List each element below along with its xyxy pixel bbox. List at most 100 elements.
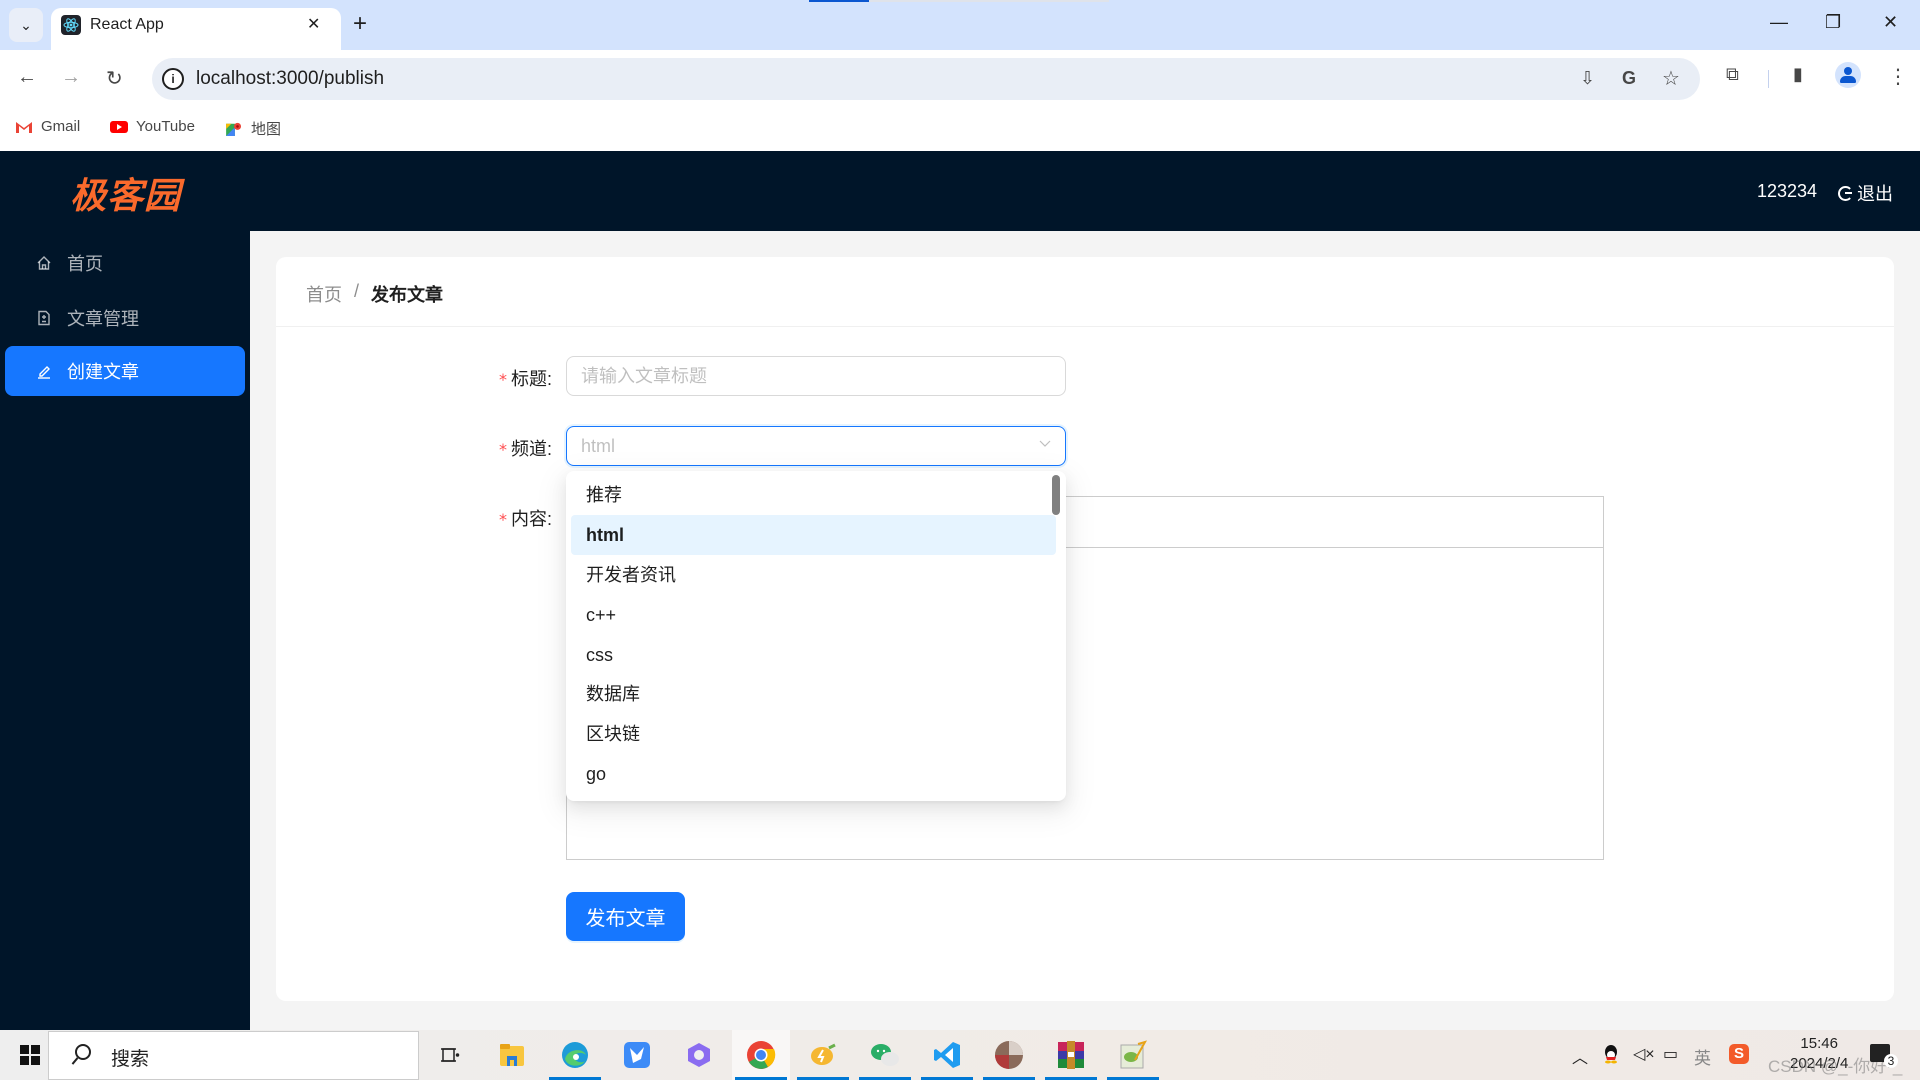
windows-start-icon[interactable] xyxy=(20,1045,40,1065)
tray-overflow-icon[interactable]: ︿ xyxy=(1572,1044,1588,1068)
sidebar-item-label: 文章管理 xyxy=(67,309,139,329)
title-input-wrapper xyxy=(566,356,1066,396)
bookmark-label: YouTube xyxy=(136,118,195,135)
react-favicon-icon xyxy=(61,15,81,35)
title-label: * 标题: xyxy=(499,365,552,391)
logout-button[interactable]: 退出 xyxy=(1838,180,1893,206)
sidebar-item-label: 首页 xyxy=(67,254,103,274)
reload-icon[interactable]: ↻ xyxy=(106,66,123,91)
required-mark: * xyxy=(499,370,507,389)
input-method-indicator[interactable]: 英 xyxy=(1694,1044,1711,1069)
window-close-icon[interactable]: ✕ xyxy=(1883,12,1898,33)
app-header: 极客园 123234 退出 xyxy=(0,151,1920,231)
label-colon: : xyxy=(547,439,553,459)
restore-icon[interactable]: ❐ xyxy=(1825,12,1841,33)
channel-option[interactable]: 数据库 xyxy=(571,674,1056,714)
channel-option[interactable]: 区块链 xyxy=(571,714,1056,754)
title-input[interactable] xyxy=(567,357,1065,395)
chrome-icon[interactable] xyxy=(732,1030,790,1080)
battery-icon[interactable]: ▭ xyxy=(1663,1044,1678,1064)
close-tab-icon[interactable]: ✕ xyxy=(307,14,320,34)
browser-tab-strip: ⌄ React App ✕ + — ❐ ✕ xyxy=(0,0,1920,50)
browser-tab[interactable]: React App ✕ xyxy=(51,8,341,50)
photos-icon[interactable] xyxy=(980,1030,1038,1080)
bookmark-label: Gmail xyxy=(41,118,81,135)
taskbar-search-label: 搜索 xyxy=(111,1049,150,1070)
taskbar-search[interactable]: 搜索 xyxy=(48,1031,419,1080)
install-app-icon[interactable]: ⇩ xyxy=(1580,68,1595,89)
sidebar: 首页 文章管理 创建文章 xyxy=(0,231,250,1030)
sidebar-item-label: 创建文章 xyxy=(67,362,139,382)
logout-icon xyxy=(1838,185,1853,201)
breadcrumb-home-link[interactable]: 首页 xyxy=(306,281,342,307)
breadcrumb-current: 发布文章 xyxy=(371,285,444,305)
translate-icon[interactable]: G xyxy=(1622,68,1636,89)
bookmark-star-icon[interactable]: ☆ xyxy=(1662,66,1680,91)
file-explorer-icon[interactable] xyxy=(483,1030,541,1080)
volume-muted-icon[interactable]: ◁× xyxy=(1633,1044,1655,1064)
logout-label: 退出 xyxy=(1857,184,1893,204)
channel-dropdown: 推荐 html 开发者资讯 c++ css 数据库 区块链 go xyxy=(566,471,1066,801)
required-mark: * xyxy=(499,440,507,459)
gmail-icon xyxy=(16,121,32,133)
sidebar-item-article-management[interactable]: 文章管理 xyxy=(5,293,245,343)
browser-toolbar: ← → ↻ i localhost:3000/publish ⇩ G ☆ ⧉ ▮… xyxy=(0,50,1920,108)
publish-button[interactable]: 发布文章 xyxy=(566,892,685,941)
channel-option[interactable]: 推荐 xyxy=(571,475,1056,515)
bookmark-youtube[interactable]: YouTube xyxy=(110,118,195,135)
feishu-icon[interactable] xyxy=(608,1030,666,1080)
tab-search-button[interactable]: ⌄ xyxy=(9,8,43,42)
bookmark-gmail[interactable]: Gmail xyxy=(15,118,80,135)
toolbar-divider xyxy=(1768,70,1769,88)
sidebar-item-create-article[interactable]: 创建文章 xyxy=(5,346,245,396)
bookmark-maps[interactable]: 地图 xyxy=(225,118,281,139)
sogou-ime-icon[interactable]: S xyxy=(1729,1044,1749,1064)
task-view-icon[interactable] xyxy=(421,1030,479,1080)
channel-option[interactable]: c++ xyxy=(571,595,1056,635)
winrar-icon[interactable] xyxy=(1042,1030,1100,1080)
new-tab-button[interactable]: + xyxy=(353,10,367,38)
channel-label: * 频道: xyxy=(499,435,552,461)
title-label-text: 标题 xyxy=(511,369,547,389)
lemon-app-icon[interactable] xyxy=(794,1030,852,1080)
browser-menu-icon[interactable]: ⋮ xyxy=(1888,64,1908,89)
label-colon: : xyxy=(547,369,553,389)
back-icon[interactable]: ← xyxy=(17,66,37,89)
channel-option[interactable]: css xyxy=(571,635,1056,675)
card-header: 首页 / 发布文章 xyxy=(276,257,1894,327)
bookmark-label: 地图 xyxy=(251,121,282,138)
search-icon xyxy=(75,1044,91,1060)
side-panel-icon[interactable]: ▮ xyxy=(1793,64,1803,85)
edge-icon[interactable] xyxy=(546,1030,604,1080)
breadcrumb: 首页 / 发布文章 xyxy=(306,281,443,307)
vscode-icon[interactable] xyxy=(918,1030,976,1080)
extensions-icon[interactable]: ⧉ xyxy=(1726,64,1739,85)
content-label-text: 内容 xyxy=(511,509,547,529)
sidebar-item-home[interactable]: 首页 xyxy=(5,238,245,288)
channel-option-selected[interactable]: html xyxy=(571,515,1056,555)
notepad-plus-plus-icon[interactable] xyxy=(1104,1030,1162,1080)
forward-icon[interactable]: → xyxy=(61,66,81,89)
channel-option[interactable]: go xyxy=(571,754,1056,794)
user-name: 123234 xyxy=(1757,181,1818,201)
microsoft-365-icon[interactable] xyxy=(670,1030,728,1080)
content-label: * 内容: xyxy=(499,505,552,531)
wechat-icon[interactable] xyxy=(856,1030,914,1080)
channel-option[interactable]: 开发者资讯 xyxy=(571,555,1056,595)
url-text[interactable]: localhost:3000/publish xyxy=(196,68,384,90)
chevron-down-icon: ⌄ xyxy=(20,16,32,33)
qq-icon[interactable] xyxy=(1603,1044,1619,1064)
site-info-icon[interactable]: i xyxy=(162,68,184,90)
loading-bar-track xyxy=(869,0,1109,2)
file-icon xyxy=(35,309,53,327)
address-bar[interactable]: i localhost:3000/publish ⇩ G ☆ xyxy=(152,58,1700,100)
home-icon xyxy=(35,254,53,272)
notification-count-badge: 3 xyxy=(1884,1054,1898,1068)
channel-select[interactable]: html xyxy=(566,426,1066,466)
minimize-icon[interactable]: — xyxy=(1770,12,1788,33)
profile-avatar-icon[interactable] xyxy=(1835,62,1861,88)
app-logo[interactable]: 极客园 xyxy=(70,167,181,219)
youtube-icon xyxy=(110,120,128,133)
breadcrumb-separator: / xyxy=(354,281,360,301)
dropdown-scrollbar[interactable] xyxy=(1052,475,1060,515)
